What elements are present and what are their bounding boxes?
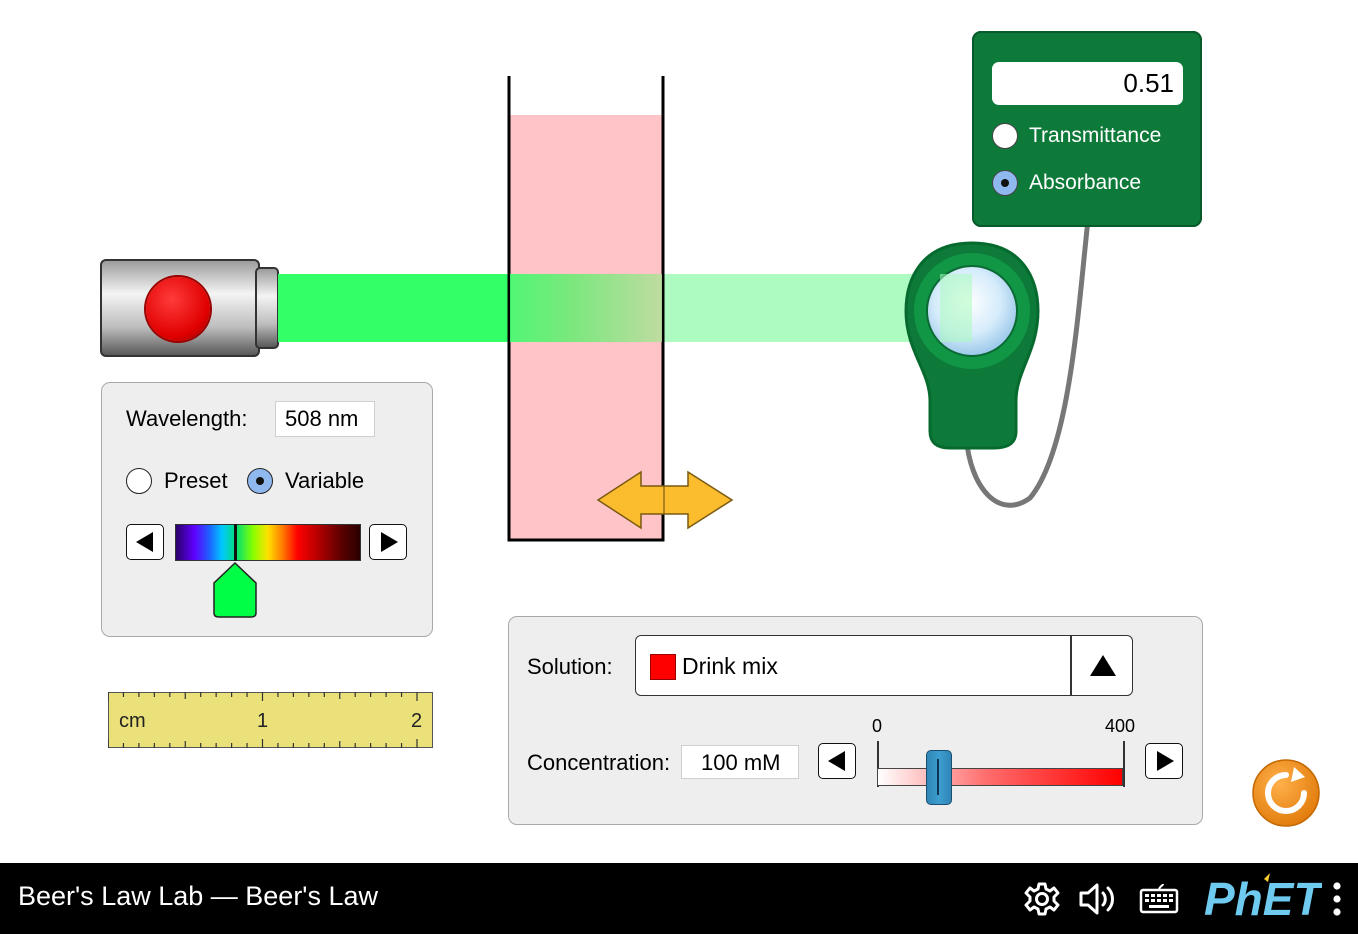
preset-label[interactable]: Preset <box>164 468 228 494</box>
solution-panel: Solution: Drink mix Concentration: 100 m… <box>508 616 1203 825</box>
concentration-label: Concentration: <box>527 750 671 775</box>
reset-all-button[interactable] <box>1251 758 1321 828</box>
sound-speaker-icon[interactable] <box>1078 881 1120 917</box>
beam-in-solution <box>510 274 662 342</box>
light-toggle-button[interactable] <box>146 277 210 341</box>
variable-radio[interactable] <box>247 468 273 494</box>
solution-combo-box[interactable]: Drink mix <box>635 635 1133 696</box>
left-arrow-icon <box>828 751 845 771</box>
light-beam <box>278 274 508 342</box>
concentration-max-tick <box>1123 741 1125 787</box>
wavelength-slider-thumb[interactable] <box>212 561 258 619</box>
concentration-slider-track[interactable] <box>877 768 1123 786</box>
concentration-value: 100 mM <box>681 745 799 779</box>
concentration-slider-thumb[interactable] <box>926 750 952 805</box>
wavelength-panel: Wavelength: 508 nm Preset Variable <box>101 382 433 637</box>
concentration-max-label: 400 <box>1105 716 1136 736</box>
ruler-unit: cm <box>119 710 146 732</box>
absorbance-label[interactable]: Absorbance <box>1029 171 1141 195</box>
settings-gear-icon[interactable] <box>1024 881 1060 917</box>
solution-value: Drink mix <box>682 653 778 679</box>
absorbance-radio[interactable] <box>992 170 1018 196</box>
meter-readout: 0.51 <box>992 62 1183 105</box>
concentration-min-label: 0 <box>872 716 883 736</box>
transmittance-label[interactable]: Transmittance <box>1029 124 1161 148</box>
detector-probe[interactable] <box>904 241 1040 451</box>
wavelength-label: Wavelength: <box>126 406 248 431</box>
right-arrow-icon <box>381 532 398 552</box>
navigation-bar: Beer's Law Lab — Beer's Law PhET <box>0 863 1358 934</box>
solution-label: Solution: <box>527 654 613 679</box>
right-arrow-icon <box>1157 751 1174 771</box>
concentration-decrease-button[interactable] <box>818 743 856 779</box>
wavelength-spectrum-slider[interactable] <box>175 524 361 561</box>
ruler-mark-2: 2 <box>411 710 423 732</box>
wavelength-slider-track-line <box>234 524 237 561</box>
ruler-mark-1: 1 <box>257 710 269 732</box>
variable-label[interactable]: Variable <box>285 468 364 494</box>
wavelength-increase-button[interactable] <box>369 524 407 560</box>
phet-logo[interactable]: PhET <box>1204 873 1325 925</box>
wavelength-decrease-button[interactable] <box>126 524 164 560</box>
phet-logo-text: PhET <box>1204 873 1322 923</box>
preset-radio[interactable] <box>126 468 152 494</box>
chevron-up-icon <box>1090 655 1116 676</box>
cuvette-width-drag-handle[interactable] <box>596 470 736 530</box>
more-options-icon[interactable] <box>1330 881 1344 917</box>
beam-on-detector <box>940 274 972 342</box>
concentration-increase-button[interactable] <box>1145 743 1183 779</box>
thumb-grip-line <box>937 759 939 795</box>
combo-divider <box>1070 636 1072 695</box>
ruler-ticks <box>108 692 418 748</box>
left-arrow-icon <box>136 532 153 552</box>
detector-meter: 0.51 Transmittance Absorbance <box>972 31 1202 227</box>
wavelength-value: 508 nm <box>275 401 375 437</box>
keyboard-shortcuts-icon[interactable] <box>1139 883 1179 914</box>
ruler[interactable]: cm 1 2 <box>108 692 433 748</box>
transmittance-radio[interactable] <box>992 123 1018 149</box>
solution-color-swatch <box>650 654 676 680</box>
sim-title: Beer's Law Lab — Beer's Law <box>18 881 378 911</box>
